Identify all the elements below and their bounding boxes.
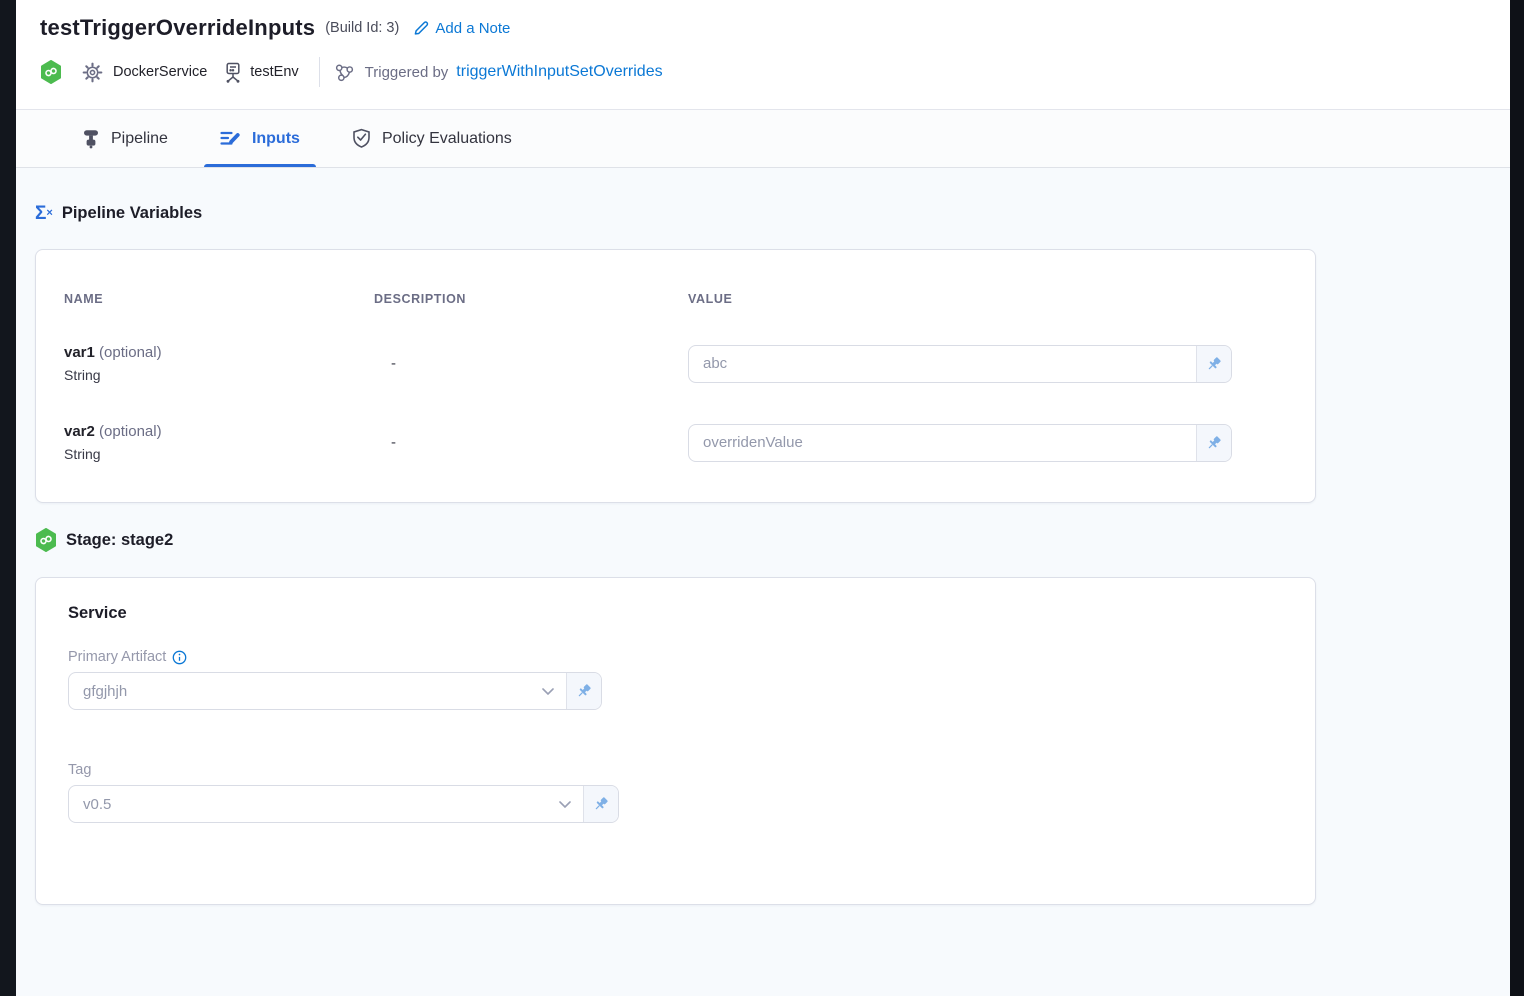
tab-inputs-label: Inputs xyxy=(252,130,300,148)
sigma-variables-icon: Σ× xyxy=(35,204,53,223)
stage-heading: Stage: stage2 xyxy=(35,528,1510,552)
active-tab-underline xyxy=(204,164,316,167)
pushpin-icon xyxy=(576,683,592,699)
variable-row-var2: var2 (optional) String - overridenValue xyxy=(64,423,1315,462)
right-dark-edge xyxy=(1510,0,1524,996)
variable-name: var2 xyxy=(64,423,95,440)
tab-pipeline[interactable]: Pipeline xyxy=(56,110,194,167)
tab-inputs[interactable]: Inputs xyxy=(194,110,326,167)
variable-type: String xyxy=(64,446,374,462)
tab-policy-label: Policy Evaluations xyxy=(382,130,512,148)
pin-button[interactable] xyxy=(1196,346,1231,382)
execution-header: testTriggerOverrideInputs (Build Id: 3) … xyxy=(16,0,1510,110)
left-dark-edge xyxy=(0,0,16,996)
variable-name-cell: var2 (optional) String xyxy=(64,423,374,462)
execution-tabbar: Pipeline Inputs Policy Evaluations xyxy=(16,110,1510,168)
variable-optional-label: (optional) xyxy=(99,423,162,440)
variable-value-field: abc xyxy=(688,345,1232,383)
primary-artifact-label-row: Primary Artifact xyxy=(68,649,1315,665)
variable-type: String xyxy=(64,367,374,383)
info-icon[interactable] xyxy=(172,650,187,665)
variable-value-input[interactable]: overridenValue xyxy=(689,425,1196,461)
tag-value[interactable]: v0.5 xyxy=(69,786,547,822)
chevron-down-icon[interactable] xyxy=(547,786,583,822)
gear-icon xyxy=(82,62,103,83)
pipeline-variables-heading: Σ× Pipeline Variables xyxy=(35,204,1510,223)
variable-value-field: overridenValue xyxy=(688,424,1232,462)
execution-page: testTriggerOverrideInputs (Build Id: 3) … xyxy=(16,0,1510,996)
variable-row-var1: var1 (optional) String - abc xyxy=(64,344,1315,383)
column-header-description: DESCRIPTION xyxy=(374,292,688,306)
pipeline-variables-title: Pipeline Variables xyxy=(62,204,202,223)
add-note-label: Add a Note xyxy=(435,20,510,37)
add-note-button[interactable]: Add a Note xyxy=(413,20,510,37)
pipeline-icon xyxy=(82,128,100,149)
pencil-icon xyxy=(413,20,429,36)
variable-name: var1 xyxy=(64,344,95,361)
stage-title: Stage: stage2 xyxy=(66,531,173,550)
pushpin-icon xyxy=(593,796,609,812)
tag-label: Tag xyxy=(68,762,91,778)
variable-optional-label: (optional) xyxy=(99,344,162,361)
pushpin-icon xyxy=(1206,435,1222,451)
page-title: testTriggerOverrideInputs xyxy=(40,15,315,41)
build-id-label: (Build Id: 3) xyxy=(325,20,399,36)
environment-name-label: testEnv xyxy=(250,64,298,80)
service-section-title: Service xyxy=(68,604,1315,623)
pin-button[interactable] xyxy=(583,786,618,822)
primary-artifact-label: Primary Artifact xyxy=(68,649,166,665)
pin-button[interactable] xyxy=(566,673,601,709)
shield-check-icon xyxy=(352,128,371,149)
inputs-tab-content: Σ× Pipeline Variables NAME DESCRIPTION V… xyxy=(16,168,1510,996)
inputs-icon xyxy=(220,129,241,148)
primary-artifact-select: gfgjhjh xyxy=(68,672,602,710)
tag-select: v0.5 xyxy=(68,785,619,823)
tag-label-row: Tag xyxy=(68,762,1315,778)
environment-icon xyxy=(224,62,242,83)
chevron-down-icon[interactable] xyxy=(530,673,566,709)
service-name-label: DockerService xyxy=(113,64,207,80)
variable-description: - xyxy=(374,434,688,451)
header-divider xyxy=(319,57,320,87)
variable-description: - xyxy=(374,355,688,372)
column-header-value: VALUE xyxy=(688,292,1232,306)
tab-policy-evaluations[interactable]: Policy Evaluations xyxy=(326,110,538,167)
stage-cd-icon xyxy=(35,528,57,552)
pipeline-variables-card: NAME DESCRIPTION VALUE var1 (optional) S… xyxy=(35,249,1316,503)
variable-value-input[interactable]: abc xyxy=(689,346,1196,382)
cd-stage-icon xyxy=(40,60,62,84)
column-header-name: NAME xyxy=(64,292,374,306)
trigger-link[interactable]: triggerWithInputSetOverrides xyxy=(456,63,662,81)
trigger-webhook-icon xyxy=(334,62,355,83)
pin-button[interactable] xyxy=(1196,425,1231,461)
variable-name-cell: var1 (optional) String xyxy=(64,344,374,383)
triggered-by-label: Triggered by xyxy=(365,64,449,81)
pushpin-icon xyxy=(1206,356,1222,372)
tab-pipeline-label: Pipeline xyxy=(111,130,168,148)
stage-service-card: Service Primary Artifact gfgjhjh Tag v0.… xyxy=(35,577,1316,905)
primary-artifact-value[interactable]: gfgjhjh xyxy=(69,673,530,709)
